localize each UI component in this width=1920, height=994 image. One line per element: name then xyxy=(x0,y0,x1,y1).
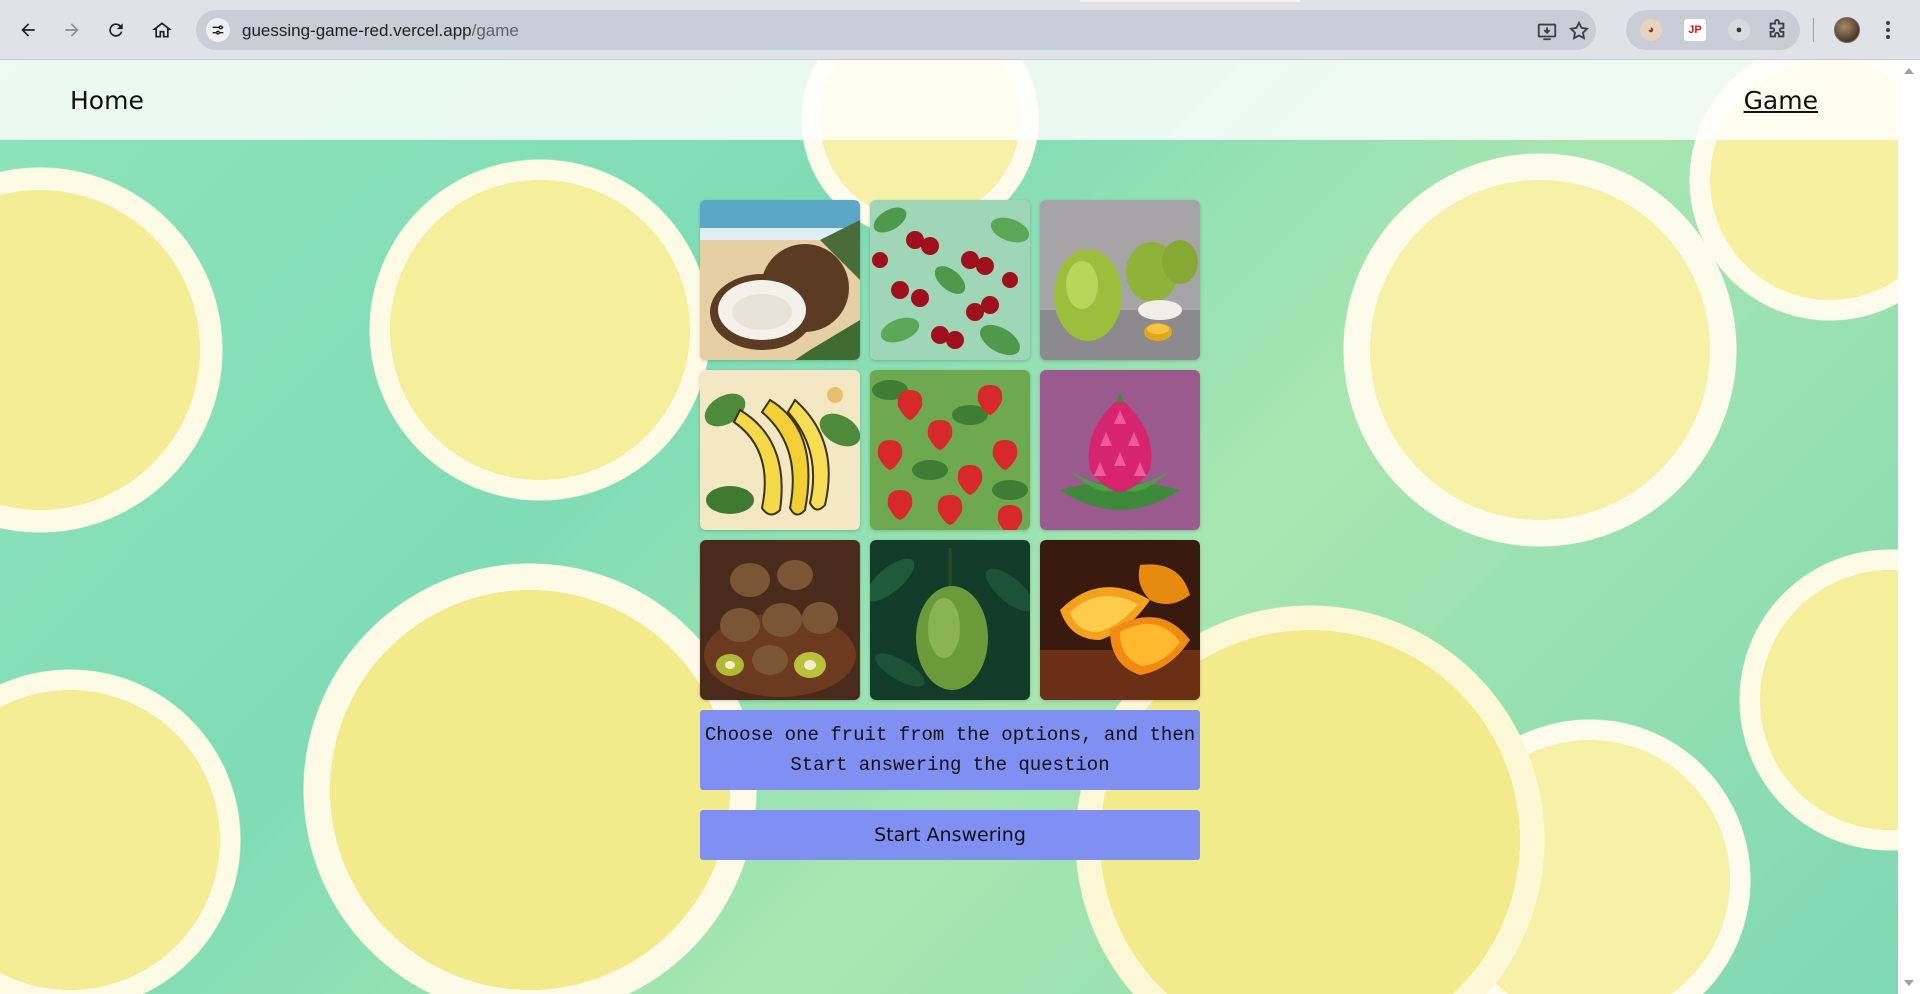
fruit-options-grid xyxy=(700,200,1200,700)
forward-button[interactable] xyxy=(56,14,88,46)
arrow-left-icon xyxy=(21,23,35,37)
browser-toolbar: guessing-game-red.vercel.app/game ◕ JP ● xyxy=(0,0,1920,60)
site-info-icon[interactable] xyxy=(206,18,230,42)
fruit-option-mango[interactable] xyxy=(870,540,1030,700)
panda-extension-icon[interactable]: ● xyxy=(1728,19,1750,41)
fruit-option-banana[interactable] xyxy=(700,370,860,530)
reload-icon xyxy=(109,23,123,37)
jp-extension-icon[interactable]: JP xyxy=(1684,19,1706,41)
fruit-option-cherry[interactable] xyxy=(870,200,1030,360)
toolbar-divider xyxy=(1813,18,1814,42)
fruit-option-guava[interactable] xyxy=(1040,200,1200,360)
scroll-down-arrow-icon[interactable] xyxy=(1904,980,1914,986)
browser-menu-icon[interactable] xyxy=(1880,17,1896,43)
page-viewport: Home Game Choose one fruit from the opti… xyxy=(0,60,1898,994)
fruit-option-coconut[interactable] xyxy=(700,200,860,360)
install-app-icon[interactable] xyxy=(1536,20,1558,42)
puzzle-extensions-icon[interactable] xyxy=(1766,19,1788,41)
profile-avatar[interactable] xyxy=(1834,17,1860,43)
arrow-right-icon xyxy=(65,23,79,37)
banana-image xyxy=(700,370,860,530)
address-bar[interactable]: guessing-game-red.vercel.app/game xyxy=(196,10,1596,50)
kiwi-image xyxy=(700,540,860,700)
fruit-option-orange[interactable] xyxy=(1040,540,1200,700)
fruit-option-dragon-fruit[interactable] xyxy=(1040,370,1200,530)
coconut-image xyxy=(700,200,860,360)
fruit-option-kiwi[interactable] xyxy=(700,540,860,700)
guava-image xyxy=(1040,200,1200,360)
reload-button[interactable] xyxy=(100,14,132,46)
house-icon xyxy=(152,22,172,38)
page-scrollbar[interactable] xyxy=(1898,60,1920,994)
nav-game-link[interactable]: Game xyxy=(1744,86,1818,115)
back-button[interactable] xyxy=(12,14,44,46)
home-browser-button[interactable] xyxy=(146,14,178,46)
start-answering-button[interactable]: Start Answering xyxy=(700,810,1200,860)
scroll-up-arrow-icon[interactable] xyxy=(1904,68,1914,74)
tab-indicator xyxy=(1080,0,1300,2)
strawberry-image xyxy=(870,370,1030,530)
instruction-line-2: Start answering the question xyxy=(790,754,1110,776)
mango-image xyxy=(870,540,1030,700)
instruction-line-1: Choose one fruit from the options, and t… xyxy=(704,724,1196,746)
url-host: guessing-game-red.vercel.app xyxy=(242,21,472,40)
extensions-group: ◕ JP ● xyxy=(1626,10,1800,50)
site-navbar: Home Game xyxy=(0,60,1898,140)
cat-face-extension-icon[interactable]: ◕ xyxy=(1640,19,1662,41)
url-path: /game xyxy=(471,21,519,40)
nav-home-link[interactable]: Home xyxy=(70,86,144,115)
url-text: guessing-game-red.vercel.app/game xyxy=(242,21,519,41)
fruit-option-strawberry[interactable] xyxy=(870,370,1030,530)
dragon-fruit-image xyxy=(1040,370,1200,530)
orange-image xyxy=(1040,540,1200,700)
bookmark-star-icon[interactable] xyxy=(1568,20,1590,42)
cherry-image xyxy=(870,200,1030,360)
instruction-box: Choose one fruit from the options, and t… xyxy=(700,710,1200,790)
